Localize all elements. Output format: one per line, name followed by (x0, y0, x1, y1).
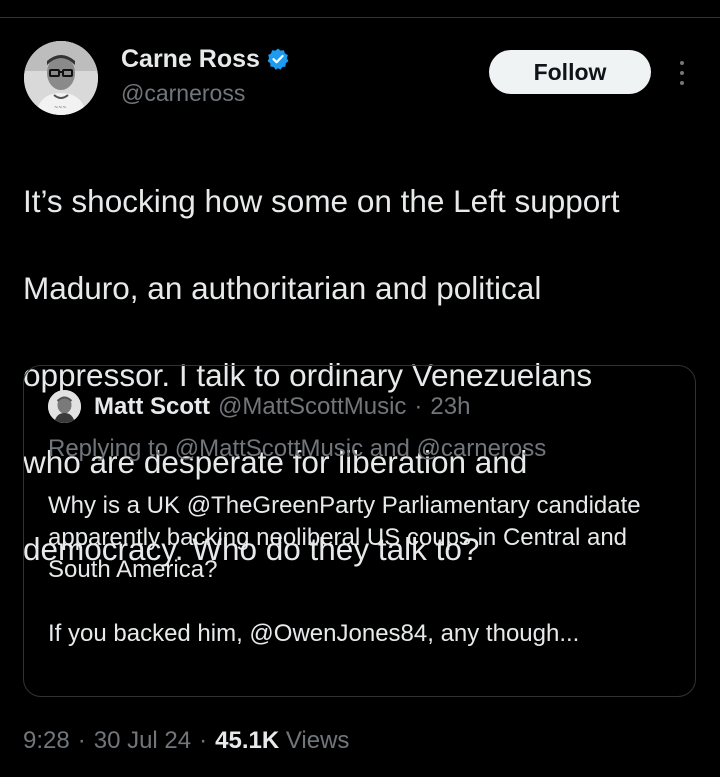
quoted-tweet-text: Why is a UK @TheGreenParty Parliamentary… (48, 490, 678, 650)
separator-dot: · (199, 727, 208, 754)
author-name-row[interactable]: Carne Ross (121, 44, 290, 74)
quoted-author-handle[interactable]: @MattScottMusic (218, 393, 406, 421)
quoted-author-name[interactable]: Matt Scott (94, 393, 210, 421)
views-label: Views (285, 727, 350, 754)
quoted-tweet-header: Matt Scott @MattScottMusic · 23h (94, 390, 470, 424)
replying-to-text: Replying to @MattScottMusic and @carnero… (48, 435, 547, 462)
top-divider (0, 17, 720, 18)
quoted-tweet-card[interactable]: Matt Scott @MattScottMusic · 23h Replyin… (23, 365, 696, 697)
author-name[interactable]: Carne Ross (121, 44, 260, 74)
tweet-meta: 9:28 · 30 Jul 24 · 45.1K Views (23, 724, 349, 758)
separator-dot: · (414, 393, 423, 420)
svg-text:~~~: ~~~ (54, 105, 67, 111)
tweet-text-line: It’s shocking how some on the Left suppo… (23, 182, 620, 219)
views-count: 45.1K (215, 727, 280, 754)
verified-badge-icon (266, 47, 290, 71)
more-vertical-icon[interactable] (672, 58, 692, 88)
quoted-tweet-time[interactable]: 23h (430, 393, 470, 421)
tweet-date[interactable]: 30 Jul 24 (94, 724, 191, 758)
author-handle[interactable]: @carneross (121, 78, 245, 108)
quoted-tweet-paragraph: Why is a UK @TheGreenParty Parliamentary… (48, 492, 641, 583)
quoted-tweet-paragraph: If you backed him, @OwenJones84, any tho… (48, 620, 580, 647)
follow-button[interactable]: Follow (489, 50, 651, 94)
tweet-text-line: Maduro, an authoritarian and political (23, 269, 542, 306)
views-group[interactable]: 45.1K Views (215, 724, 349, 758)
quoted-author-avatar[interactable] (48, 390, 81, 423)
separator-dot: · (77, 727, 86, 754)
author-avatar[interactable]: ~~~ (24, 41, 98, 115)
tweet-time[interactable]: 9:28 (23, 724, 70, 758)
